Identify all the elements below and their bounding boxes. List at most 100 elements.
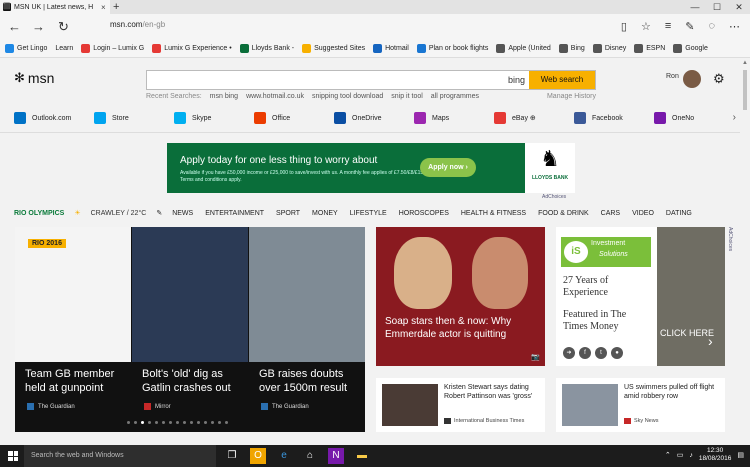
- address-bar[interactable]: msn.com/en-gb: [110, 20, 165, 29]
- carousel-dot[interactable]: [162, 421, 165, 424]
- soap-caption[interactable]: Soap stars then & now: Why Emmerdale act…: [385, 315, 535, 341]
- soap-stars-card[interactable]: Soap stars then & now: Why Emmerdale act…: [376, 227, 545, 366]
- gear-icon[interactable]: ⚙: [713, 71, 725, 87]
- app-link[interactable]: Facebook: [574, 110, 654, 126]
- avatar[interactable]: [683, 70, 701, 88]
- carousel-dot[interactable]: [197, 421, 200, 424]
- app-link[interactable]: Skype: [174, 110, 254, 126]
- hero-caption[interactable]: Bolt's 'old' dig as Gatlin crashes out: [142, 367, 246, 395]
- app-link[interactable]: eBay ⊕: [494, 110, 574, 126]
- category-link[interactable]: DATING: [666, 210, 692, 217]
- carousel-dot[interactable]: [127, 421, 130, 424]
- app-link[interactable]: Store: [94, 110, 174, 126]
- favorite-item[interactable]: Disney: [592, 44, 626, 53]
- favorite-item[interactable]: Get Lingo: [5, 44, 47, 53]
- carousel-dot[interactable]: [176, 421, 179, 424]
- lloyds-ad-banner[interactable]: Apply today for one less thing to worry …: [167, 143, 575, 193]
- nav-rio-olympics[interactable]: RIO OLYMPICS: [14, 210, 64, 217]
- favorite-item[interactable]: Google: [673, 44, 708, 53]
- up-arrow-icon[interactable]: ⌃: [665, 451, 671, 459]
- search-box[interactable]: bing Web search: [146, 70, 596, 90]
- adchoices-link[interactable]: AdChoices: [542, 194, 566, 200]
- arrow-icon[interactable]: ➜: [563, 347, 575, 359]
- recent-search-link[interactable]: snip it tool: [391, 93, 423, 100]
- manage-history-link[interactable]: Manage History: [547, 93, 596, 100]
- new-tab-button[interactable]: +: [113, 1, 119, 13]
- task-view-icon[interactable]: ❐: [224, 448, 240, 464]
- category-link[interactable]: NEWS: [172, 210, 193, 217]
- network-icon[interactable]: ▭: [677, 451, 684, 459]
- hub-icon[interactable]: ≡: [665, 20, 671, 33]
- volume-icon[interactable]: ♪: [689, 452, 693, 459]
- favorite-item[interactable]: ESPN: [634, 44, 665, 53]
- favorite-item[interactable]: Learn: [55, 45, 73, 52]
- app-link[interactable]: OneDrive: [334, 110, 414, 126]
- facebook-icon[interactable]: f: [579, 347, 591, 359]
- category-link[interactable]: HOROSCOPES: [399, 210, 449, 217]
- carousel-dot[interactable]: [211, 421, 214, 424]
- store-icon[interactable]: ⌂: [302, 448, 318, 464]
- weather-location[interactable]: CRAWLEY / 22°C: [91, 210, 147, 217]
- hero-carousel[interactable]: RIO 2016 Team GB member held at gunpoint…: [15, 227, 365, 432]
- carousel-dot[interactable]: [148, 421, 151, 424]
- carousel-dot[interactable]: [169, 421, 172, 424]
- recent-search-link[interactable]: all programmes: [431, 93, 479, 100]
- hero-caption[interactable]: Team GB member held at gunpoint: [25, 367, 129, 395]
- web-search-button[interactable]: Web search: [529, 71, 595, 89]
- favorite-item[interactable]: Suggested Sites: [302, 44, 365, 53]
- windows-start-icon[interactable]: [8, 451, 18, 461]
- favorite-item[interactable]: Lumix G Experience •: [152, 44, 232, 53]
- recent-search-link[interactable]: snipping tool download: [312, 93, 383, 100]
- msn-logo[interactable]: ✻ msn: [14, 70, 54, 86]
- category-link[interactable]: SPORT: [276, 210, 300, 217]
- hero-slide[interactable]: GB raises doubts over 1500m result The G…: [249, 227, 365, 432]
- close-window-button[interactable]: ✕: [728, 0, 750, 14]
- category-link[interactable]: CARS: [601, 210, 620, 217]
- location-icon[interactable]: ●: [611, 347, 623, 359]
- minimize-button[interactable]: —: [684, 0, 706, 14]
- carousel-dot[interactable]: [218, 421, 221, 424]
- app-link[interactable]: Outlook.com: [14, 110, 94, 126]
- hero-slide[interactable]: Bolt's 'old' dig as Gatlin crashes out M…: [132, 227, 248, 432]
- twitter-icon[interactable]: t: [595, 347, 607, 359]
- category-link[interactable]: VIDEO: [632, 210, 654, 217]
- chevron-right-icon[interactable]: ›: [733, 112, 736, 123]
- app-link[interactable]: Office: [254, 110, 334, 126]
- category-link[interactable]: ENTERTAINMENT: [205, 210, 264, 217]
- apply-now-button[interactable]: Apply now ›: [420, 158, 476, 177]
- scroll-thumb[interactable]: [743, 70, 747, 110]
- notifications-icon[interactable]: ▤: [737, 451, 744, 459]
- category-link[interactable]: FOOD & DRINK: [538, 210, 589, 217]
- web-note-icon[interactable]: ✎: [685, 20, 694, 33]
- recent-search-link[interactable]: msn bing: [210, 93, 238, 100]
- scroll-up-icon[interactable]: ▲: [742, 60, 748, 66]
- category-link[interactable]: MONEY: [312, 210, 338, 217]
- forward-button[interactable]: →: [32, 19, 45, 34]
- click-here-link[interactable]: CLICK HERE: [660, 328, 714, 339]
- favorite-star-icon[interactable]: ☆: [641, 20, 651, 33]
- investment-ad[interactable]: iS Investment Solutions 27 Years of Expe…: [556, 227, 725, 366]
- carousel-dot[interactable]: [190, 421, 193, 424]
- adchoices-link[interactable]: AdChoices: [727, 227, 733, 251]
- hero-slide[interactable]: RIO 2016 Team GB member held at gunpoint…: [15, 227, 131, 432]
- clock[interactable]: 12:30 18/08/2016: [699, 447, 732, 463]
- edge-icon[interactable]: e: [276, 448, 292, 464]
- taskbar-search[interactable]: Search the web and Windows: [24, 445, 216, 467]
- chevron-right-icon[interactable]: ›: [708, 333, 713, 349]
- app-link[interactable]: Maps: [414, 110, 494, 126]
- carousel-dot[interactable]: [134, 421, 137, 424]
- favorite-item[interactable]: Lloyds Bank -: [239, 44, 294, 53]
- tab-close-icon[interactable]: ×: [101, 3, 106, 12]
- folder-icon[interactable]: ▬: [354, 448, 370, 464]
- carousel-dot[interactable]: [183, 421, 186, 424]
- outlook-icon[interactable]: O: [250, 448, 266, 464]
- news-card[interactable]: US swimmers pulled off flight amid robbe…: [556, 378, 725, 432]
- onenote-icon[interactable]: N: [328, 448, 344, 464]
- favorite-item[interactable]: Apple (United: [496, 44, 551, 53]
- user-name[interactable]: Ron: [666, 73, 679, 80]
- carousel-dot[interactable]: [141, 421, 144, 424]
- maximize-button[interactable]: ☐: [706, 0, 728, 14]
- recent-search-link[interactable]: www.hotmail.co.uk: [246, 93, 304, 100]
- reading-view-icon[interactable]: ▯: [621, 20, 627, 33]
- more-icon[interactable]: ⋯: [729, 20, 740, 33]
